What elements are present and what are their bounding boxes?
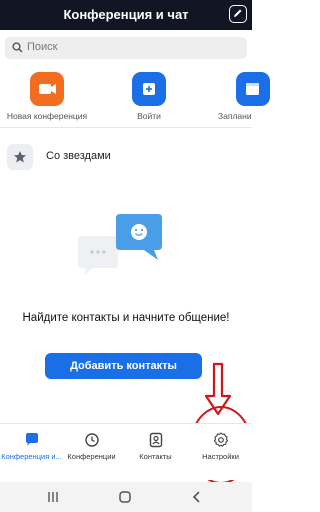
calendar-icon [236,72,270,106]
tab-label: Контакты [139,452,172,461]
new-meeting-button[interactable]: Новая конференция [2,72,92,121]
chat-bubble-icon [0,430,63,448]
star-icon [7,144,33,170]
join-button[interactable]: Войти [104,72,194,121]
empty-state-message: Найдите контакты и начните общение! [22,312,230,324]
tab-label: Настройки [202,452,239,461]
add-contacts-button[interactable]: Добавить контакты [45,353,202,379]
tab-settings[interactable]: Настройки [189,430,252,461]
schedule-label: Заплани [218,111,252,121]
search-placeholder: Поиск [27,41,58,53]
starred-item[interactable]: Со звездами [0,140,252,174]
recent-apps-icon[interactable] [46,490,60,504]
video-camera-icon [30,72,64,106]
tab-contacts[interactable]: Контакты [124,430,187,461]
tab-meet-chat[interactable]: Конференция и... [0,430,63,461]
contact-card-icon [124,430,187,448]
bottom-tab-bar: Конференция и... Конференции Контакты На… [0,423,252,480]
plus-icon [132,72,166,106]
page-title: Конференция и чат [63,7,189,22]
divider [0,127,252,128]
edit-icon[interactable] [229,5,247,23]
starred-label: Со звездами [46,150,111,162]
search-icon [12,42,23,53]
top-bar: Конференция и чат [0,0,252,30]
chat-bubbles-illustration [74,212,170,289]
new-meeting-label: Новая конференция [6,111,88,121]
clock-icon [60,430,123,448]
tab-label: Конференции [67,452,116,461]
system-nav-bar [0,482,252,512]
join-label: Войти [137,111,161,121]
home-icon[interactable] [118,490,132,504]
tab-label: Конференция и... [1,452,62,461]
back-icon[interactable] [190,490,204,504]
schedule-button[interactable]: Заплани [218,72,278,121]
quick-actions: Новая конференция Войти Заплани [0,72,270,126]
search-input[interactable]: Поиск [5,37,247,59]
tab-meetings[interactable]: Конференции [60,430,123,461]
gear-icon [189,430,252,448]
